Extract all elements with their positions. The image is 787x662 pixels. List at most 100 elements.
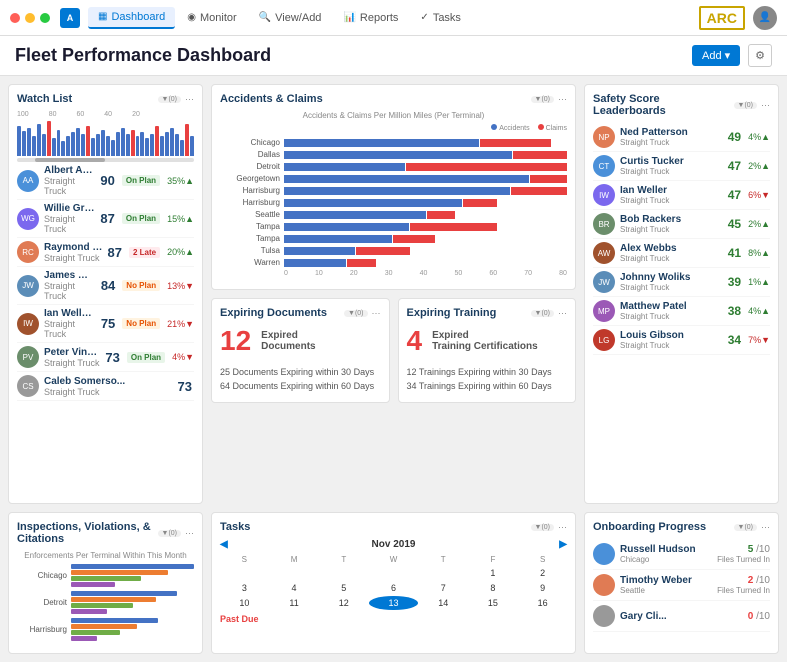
- onboard-progress: 2 /10 Files Turned In: [717, 575, 770, 595]
- cal-day-2[interactable]: 2: [518, 566, 567, 580]
- cal-day-9[interactable]: 9: [518, 581, 567, 595]
- onboarding-actions: ▼(0) ···: [734, 522, 770, 532]
- safety-card: Safety Score Leaderboards ▼(0) ··· NP Ne…: [584, 84, 779, 504]
- cal-day-empty: [369, 566, 418, 580]
- accidents-more[interactable]: ···: [558, 94, 567, 104]
- driver-row[interactable]: PV Peter Vincent Straight Truck 73 On Pl…: [17, 343, 194, 372]
- cal-header-s2: S: [518, 554, 567, 565]
- maximize-btn[interactable]: [40, 13, 50, 23]
- add-button[interactable]: Add ▾: [692, 45, 740, 66]
- accidents-legend: Accidents Claims: [220, 124, 567, 132]
- driver-score: 84: [101, 278, 115, 293]
- settings-button[interactable]: ⚙: [748, 44, 772, 67]
- cal-day-11[interactable]: 11: [270, 596, 319, 610]
- driver-row[interactable]: RC Raymond Carlson Straight Truck 87 2 L…: [17, 238, 194, 267]
- onboard-row[interactable]: Russell Hudson Chicago 5 /10 Files Turne…: [593, 539, 770, 570]
- tab-reports[interactable]: 📊 Reports: [333, 7, 408, 29]
- tab-monitor[interactable]: ◉ Monitor: [177, 7, 246, 29]
- driver-pct: 21%▼: [167, 319, 194, 329]
- cal-day-16[interactable]: 16: [518, 596, 567, 610]
- cal-day-14[interactable]: 14: [419, 596, 468, 610]
- top-bar: A ▦ Dashboard ◉ Monitor 🔍 View/Add 📊 Rep…: [0, 0, 787, 36]
- tasks-filter[interactable]: ▼(0): [531, 524, 554, 531]
- driver-row[interactable]: AA Albert Anderson Straight Truck 90 On …: [17, 162, 194, 200]
- safety-driver-name: Bob Rackers: [620, 214, 723, 225]
- safety-row[interactable]: CT Curtis Tucker Straight Truck 47 2%▲: [593, 152, 770, 181]
- cal-day-6[interactable]: 6: [369, 581, 418, 595]
- inspections-filter[interactable]: ▼(0): [158, 530, 181, 537]
- driver-row[interactable]: CS Caleb Somerso... Straight Truck 73: [17, 372, 194, 401]
- expiring-training-more[interactable]: ···: [558, 308, 567, 318]
- expiring-docs-more[interactable]: ···: [372, 308, 381, 318]
- safety-avatar: AW: [593, 242, 615, 264]
- expiring-docs-header: Expiring Documents ▼(0) ···: [220, 307, 381, 319]
- inspections-more[interactable]: ···: [185, 528, 194, 538]
- right-column: Safety Score Leaderboards ▼(0) ··· NP Ne…: [584, 84, 779, 504]
- onboarding-header: Onboarding Progress ▼(0) ···: [593, 521, 770, 533]
- calendar-prev[interactable]: ◀: [220, 539, 228, 550]
- safety-pct: 8%▲: [748, 248, 770, 258]
- onboard-location: Chicago: [620, 555, 712, 564]
- cal-day-8[interactable]: 8: [469, 581, 518, 595]
- accidents-filter[interactable]: ▼(0): [531, 96, 554, 103]
- calendar-header: ◀ Nov 2019 ▶: [220, 539, 567, 550]
- expiring-training-header: Expiring Training ▼(0) ···: [407, 307, 568, 319]
- watchlist-filter[interactable]: ▼(0): [158, 96, 181, 103]
- user-avatar[interactable]: 👤: [753, 6, 777, 30]
- watchlist-header: Watch List ▼(0) ···: [17, 93, 194, 105]
- driver-type: Straight Truck: [44, 358, 100, 368]
- close-btn[interactable]: [10, 13, 20, 23]
- cal-day-4[interactable]: 4: [270, 581, 319, 595]
- safety-row[interactable]: BR Bob Rackers Straight Truck 45 2%▲: [593, 210, 770, 239]
- safety-row[interactable]: JW Johnny Woliks Straight Truck 39 1%▲: [593, 268, 770, 297]
- driver-list: AA Albert Anderson Straight Truck 90 On …: [17, 162, 194, 401]
- cal-day-3[interactable]: 3: [220, 581, 269, 595]
- calendar-next[interactable]: ▶: [559, 539, 567, 550]
- cal-day-7[interactable]: 7: [419, 581, 468, 595]
- safety-driver-type: Straight Truck: [620, 167, 723, 176]
- minimize-btn[interactable]: [25, 13, 35, 23]
- tasks-more[interactable]: ···: [558, 522, 567, 532]
- driver-pct: 35%▲: [167, 176, 194, 186]
- safety-filter[interactable]: ▼(0): [734, 102, 757, 109]
- tab-tasks[interactable]: ✓ Tasks: [410, 7, 471, 29]
- onboarding-filter[interactable]: ▼(0): [734, 524, 757, 531]
- expiring-training-filter[interactable]: ▼(0): [531, 310, 554, 317]
- bottom-row: Inspections, Violations, & Citations ▼(0…: [0, 512, 787, 662]
- safety-pct: 2%▲: [748, 161, 770, 171]
- cal-day-10[interactable]: 10: [220, 596, 269, 610]
- tab-viewadd[interactable]: 🔍 View/Add: [249, 7, 332, 29]
- onboarding-more[interactable]: ···: [761, 522, 770, 532]
- safety-row[interactable]: AW Alex Webbs Straight Truck 41 8%▲: [593, 239, 770, 268]
- onboard-row[interactable]: Gary Cli... 0 /10: [593, 601, 770, 632]
- driver-pct: 15%▲: [167, 214, 194, 224]
- watchlist-more[interactable]: ···: [185, 94, 194, 104]
- cal-day-15[interactable]: 15: [469, 596, 518, 610]
- safety-more[interactable]: ···: [761, 100, 770, 110]
- cal-day-1[interactable]: 1: [469, 566, 518, 580]
- driver-type: Straight Truck: [44, 387, 173, 397]
- driver-row[interactable]: IW Ian Wellers Straight Truck 75 No Plan…: [17, 305, 194, 343]
- inspections-chart: Chicago Detroit Harrisburg: [17, 564, 194, 641]
- expiring-docs-filter[interactable]: ▼(0): [344, 310, 367, 317]
- safety-row[interactable]: IW Ian Weller Straight Truck 47 6%▼: [593, 181, 770, 210]
- driver-row[interactable]: JW James Wilkson Straight Truck 84 No Pl…: [17, 267, 194, 305]
- onboard-progress: 0 /10: [748, 611, 770, 622]
- cal-day-13-today[interactable]: 13: [369, 596, 418, 610]
- tab-dashboard[interactable]: ▦ Dashboard: [88, 7, 175, 29]
- top-right: ARC 👤: [699, 6, 777, 30]
- bottom-cards: Expiring Documents ▼(0) ··· 12 ExpiredDo…: [211, 298, 576, 403]
- cal-day-5[interactable]: 5: [319, 581, 368, 595]
- cal-day-12[interactable]: 12: [319, 596, 368, 610]
- safety-actions: ▼(0) ···: [734, 100, 770, 110]
- safety-row[interactable]: MP Matthew Patel Straight Truck 38 4%▲: [593, 297, 770, 326]
- tasks-title: Tasks: [220, 521, 250, 533]
- driver-name: Raymond Carlson: [44, 242, 102, 253]
- safety-driver-name: Curtis Tucker: [620, 156, 723, 167]
- driver-type: Straight Truck: [44, 176, 95, 196]
- safety-row[interactable]: NP Ned Patterson Straight Truck 49 4%▲: [593, 123, 770, 152]
- safety-row[interactable]: LG Louis Gibson Straight Truck 34 7%▼: [593, 326, 770, 355]
- driver-row[interactable]: WG Willie Griffin Straight Truck 87 On P…: [17, 200, 194, 238]
- onboard-row[interactable]: Timothy Weber Seattle 2 /10 Files Turned…: [593, 570, 770, 601]
- driver-info: James Wilkson Straight Truck: [44, 270, 96, 301]
